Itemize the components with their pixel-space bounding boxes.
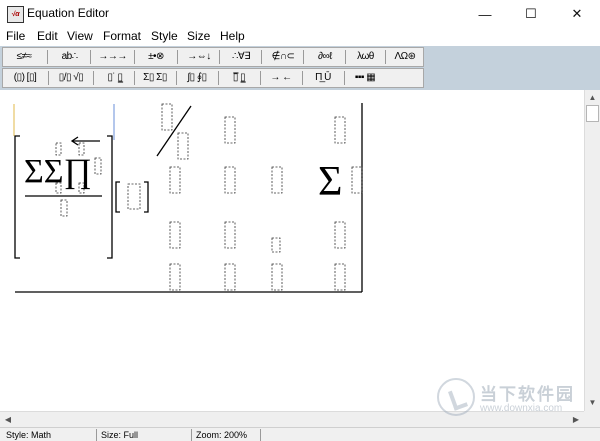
toolbar-separator [385, 50, 386, 64]
small-left-bracket [115, 181, 120, 213]
toolbar-separator [48, 71, 49, 85]
menu-file[interactable]: File [6, 29, 25, 43]
integral-templates-button[interactable]: ∫▯ ∮▯ [179, 70, 215, 86]
logical-symbols-button[interactable]: ∴∀∃ [222, 49, 260, 65]
status-size: Size: Full [101, 430, 139, 440]
scroll-left-arrow-icon[interactable]: ◀ [0, 412, 16, 427]
toolbar-separator [303, 50, 304, 64]
watermark-url: www.downxia.com [480, 403, 563, 414]
summation-templates-button[interactable]: Σ▯ Σ▯ [137, 70, 173, 86]
toolbar-separator [261, 50, 262, 64]
arrow-symbols-button[interactable]: →⇔↓ [180, 49, 218, 65]
left-bracket [14, 135, 20, 259]
operator-symbols-button[interactable]: ±•⊗ [137, 49, 175, 65]
vertical-scrollbar[interactable]: ▲ ▼ [584, 90, 600, 411]
title-bar: √α Equation Editor — ☐ ✕ [0, 0, 600, 28]
toolbar-separator [344, 71, 345, 85]
menu-help[interactable]: Help [220, 29, 245, 43]
labeled-arrow-templates-button[interactable]: → ← [263, 70, 299, 86]
status-divider [260, 429, 261, 441]
template-palette-row: (▯) [▯] ▯/▯ √▯ ▯˙ ▯̲ Σ▯ Σ▯ ∫▯ ∮▯ ▯̅ ▯̲ →… [2, 68, 424, 88]
close-button[interactable]: ✕ [554, 0, 600, 28]
symbol-toolbar: ≤≠≈ ab∴ →→→ ±•⊗ →⇔↓ ∴∀∃ ∉∩⊂ ∂∞ℓ λωθ ΛΩ⊛ … [0, 46, 600, 90]
watermark-logo-icon [437, 378, 475, 416]
toolbar-separator [302, 71, 303, 85]
toolbar-separator [90, 50, 91, 64]
scroll-up-arrow-icon[interactable]: ▲ [585, 90, 600, 106]
toolbar-separator [218, 71, 219, 85]
window-title: Equation Editor [27, 6, 110, 20]
product-set-theory-templates-button[interactable]: Π̲ Ū [305, 70, 341, 86]
status-style: Style: Math [6, 430, 52, 440]
menu-size[interactable]: Size [187, 29, 210, 43]
toolbar-separator [219, 50, 220, 64]
status-divider [96, 429, 97, 441]
toolbar-separator [260, 71, 261, 85]
misc-symbols-button[interactable]: ∂∞ℓ [306, 49, 344, 65]
right-sigma-text: Σ [318, 159, 342, 205]
toolbar-separator [177, 50, 178, 64]
site-watermark: 当下软件园 www.downxia.com [437, 378, 587, 428]
menu-view[interactable]: View [67, 29, 93, 43]
diagonal-slash [156, 105, 192, 157]
minimize-button[interactable]: — [462, 0, 508, 28]
symbol-palette-row: ≤≠≈ ab∴ →→→ ±•⊗ →⇔↓ ∴∀∃ ∉∩⊂ ∂∞ℓ λωθ ΛΩ⊛ [2, 47, 424, 67]
right-bracket [107, 135, 113, 259]
fraction-radical-templates-button[interactable]: ▯/▯ √▯ [51, 70, 91, 86]
scroll-down-arrow-icon[interactable]: ▼ [585, 395, 600, 411]
subscript-superscript-templates-button[interactable]: ▯˙ ▯̲ [96, 70, 134, 86]
menu-format[interactable]: Format [103, 29, 141, 43]
toolbar-separator [134, 71, 135, 85]
toolbar-separator [93, 71, 94, 85]
spaces-ellipses-button[interactable]: ab∴ [50, 49, 88, 65]
toolbar-separator [47, 50, 48, 64]
menu-style[interactable]: Style [151, 29, 178, 43]
greek-lowercase-button[interactable]: λωθ [348, 49, 383, 65]
status-zoom: Zoom: 200% [196, 430, 248, 440]
embellishments-button[interactable]: →→→ [93, 49, 131, 65]
status-bar: Style: Math Size: Full Zoom: 200% [0, 427, 600, 441]
watermark-title: 当下软件园 [480, 385, 575, 404]
matrix-templates-button[interactable]: ▪▪▪ ▦ [347, 70, 383, 86]
equation-canvas[interactable]: ΣΣ∏ Σ [0, 90, 584, 411]
equation-editor-app-icon[interactable]: √α [7, 6, 24, 23]
toolbar-separator [345, 50, 346, 64]
small-right-bracket [144, 181, 149, 213]
toolbar-separator [176, 71, 177, 85]
menu-edit[interactable]: Edit [37, 29, 58, 43]
relational-symbols-button[interactable]: ≤≠≈ [5, 49, 43, 65]
status-divider [191, 429, 192, 441]
greek-uppercase-button[interactable]: ΛΩ⊛ [388, 49, 422, 65]
set-theory-symbols-button[interactable]: ∉∩⊂ [264, 49, 302, 65]
menu-bar: File Edit View Format Style Size Help [0, 28, 600, 46]
underbar-overbar-templates-button[interactable]: ▯̅ ▯̲ [221, 70, 257, 86]
vertical-scroll-thumb[interactable] [586, 105, 599, 122]
maximize-button[interactable]: ☐ [508, 0, 554, 28]
sum-sum-product-text: ΣΣ∏ [24, 153, 92, 190]
toolbar-separator [134, 50, 135, 64]
equation-drawing: ΣΣ∏ Σ [13, 103, 363, 293]
template-slots[interactable] [55, 103, 363, 291]
fence-templates-button[interactable]: (▯) [▯] [5, 70, 45, 86]
